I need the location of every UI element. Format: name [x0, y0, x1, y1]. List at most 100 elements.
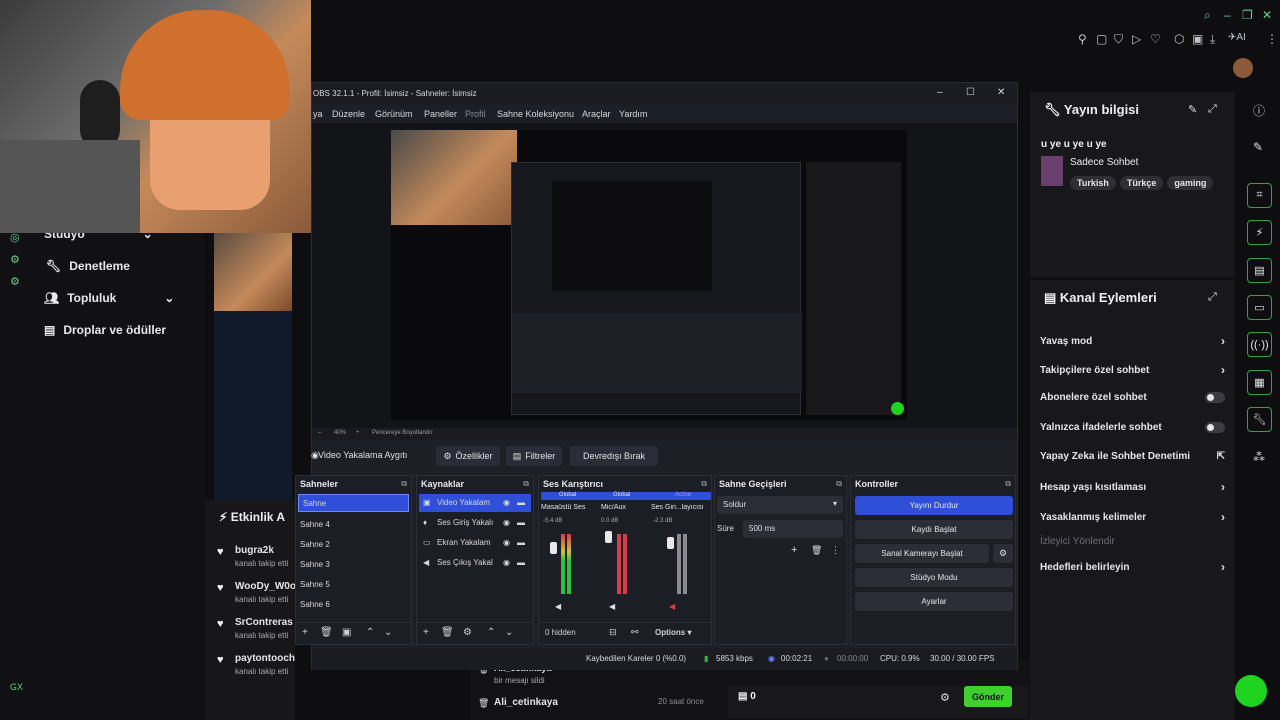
activity-user[interactable]: WooDy_W0o: [235, 581, 296, 592]
goals-item[interactable]: Hedefleri belirleyin ›: [1040, 560, 1225, 574]
undock-icon[interactable]: ⧉: [523, 479, 529, 489]
source-item[interactable]: Ses Giriş Yakalı: [437, 518, 493, 527]
move-down-icon[interactable]: ⌄: [384, 627, 392, 638]
minimize-icon[interactable]: –: [1224, 8, 1231, 22]
search-icon[interactable]: ⌕: [1204, 8, 1211, 23]
edit-icon[interactable]: ✎: [1188, 103, 1197, 116]
emote-only-toggle[interactable]: [1205, 422, 1225, 433]
settings-icon[interactable]: ⚙: [10, 275, 20, 288]
activity-user[interactable]: SrContreras: [235, 617, 293, 628]
nav-item-community[interactable]: 👥︎ Topluluk ⌄: [44, 291, 174, 305]
settings-icon[interactable]: ⚙: [940, 691, 950, 704]
link-icon[interactable]: ⚯: [631, 627, 639, 638]
deactivate-button[interactable]: Devredışı Bırak: [570, 446, 658, 466]
popout-icon[interactable]: ⤢: [1208, 103, 1217, 116]
box-icon[interactable]: ▣: [1192, 32, 1203, 46]
zoom-out-icon[interactable]: –: [318, 430, 321, 436]
activity-user[interactable]: bugra2k: [235, 545, 274, 556]
slow-mode-item[interactable]: Yavaş mod ›: [1040, 334, 1225, 348]
download-icon[interactable]: ⤓: [1210, 32, 1215, 47]
lock-icon[interactable]: ▬: [517, 538, 525, 547]
move-up-icon[interactable]: ⌃: [366, 627, 374, 638]
more-icon[interactable]: ⋮: [831, 545, 840, 556]
channel-name[interactable]: Ses Giri...layıcısı: [651, 504, 711, 511]
studio-mode-button[interactable]: Stüdyo Modu: [855, 568, 1013, 587]
zoom-in-icon[interactable]: +: [356, 430, 360, 436]
preview-canvas[interactable]: [391, 130, 907, 420]
lock-icon[interactable]: ▬: [517, 498, 525, 507]
popout-icon[interactable]: ⤢: [1208, 291, 1217, 304]
scene-item-selected[interactable]: Sahne: [298, 494, 409, 512]
account-age-item[interactable]: Hesap yaşı kısıtlaması ›: [1040, 480, 1225, 494]
ad-icon[interactable]: ▦: [1247, 370, 1272, 395]
close-icon[interactable]: ✕: [1262, 8, 1272, 22]
stop-streaming-button[interactable]: Yayını Durdur: [855, 496, 1013, 515]
menu-docks[interactable]: Paneller: [424, 109, 457, 119]
lightning-icon[interactable]: ⚡︎: [1247, 220, 1272, 245]
hidden-count[interactable]: 0 hidden: [545, 628, 576, 637]
nav-item-moderation[interactable]: 🔧︎ Denetleme: [46, 259, 130, 273]
scene-item[interactable]: Sahne 5: [300, 580, 330, 589]
eye-icon[interactable]: ◉: [503, 558, 510, 567]
speaker-icon[interactable]: ◀︎: [555, 602, 561, 611]
layout-icon[interactable]: ⊟: [609, 627, 617, 638]
volume-slider[interactable]: [605, 531, 612, 543]
banned-words-item[interactable]: Yasaklanmış kelimeler ›: [1040, 510, 1225, 524]
menu-tools[interactable]: Araçlar: [582, 109, 611, 119]
gear-icon[interactable]: ⚙: [993, 544, 1013, 563]
volume-slider[interactable]: [667, 537, 674, 549]
chat-icon[interactable]: ▭: [1247, 295, 1272, 320]
obs-preview-area[interactable]: [312, 123, 1017, 428]
ai-button[interactable]: ✈AI: [1228, 32, 1246, 43]
tag[interactable]: Türkçe: [1119, 176, 1164, 190]
channel-name[interactable]: Masaüstü Ses: [541, 504, 599, 511]
play-icon[interactable]: ▷: [1132, 32, 1141, 46]
eye-icon[interactable]: ◉: [503, 498, 510, 507]
info-icon[interactable]: ⓘ: [1253, 102, 1265, 119]
muted-icon[interactable]: ◀︎: [669, 602, 675, 611]
avatar[interactable]: [1233, 58, 1253, 78]
ai-moderation-item[interactable]: Yapay Zeka ile Sohbet Denetimi ⇱: [1040, 451, 1225, 462]
restore-icon[interactable]: ❐: [1242, 8, 1253, 22]
document-icon[interactable]: ▤: [1247, 258, 1272, 283]
points-counter[interactable]: ▤ 0: [738, 691, 756, 702]
clip-icon[interactable]: ⌗: [1247, 183, 1272, 208]
tag[interactable]: Turkish: [1070, 176, 1116, 190]
scene-item[interactable]: Sahne 4: [300, 520, 330, 529]
trash-icon[interactable]: 🗑︎: [320, 627, 333, 638]
filter-icon[interactable]: ▣: [342, 627, 351, 638]
close-icon[interactable]: ✕: [997, 87, 1005, 98]
menu-file[interactable]: ya: [313, 109, 323, 119]
trash-icon[interactable]: 🗑︎: [441, 627, 454, 638]
snapshot-icon[interactable]: ▢: [1096, 32, 1107, 46]
trash-icon[interactable]: 🗑︎: [811, 545, 822, 556]
start-virtual-camera-button[interactable]: Sanal Kamerayı Başlat: [855, 544, 989, 563]
send-button[interactable]: Gönder: [964, 686, 1012, 707]
settings-button[interactable]: Ayarlar: [855, 592, 1013, 611]
scene-item[interactable]: Sahne 2: [300, 540, 330, 549]
move-up-icon[interactable]: ⌃: [487, 627, 495, 638]
menu-help[interactable]: Yardım: [619, 109, 647, 119]
tag[interactable]: gaming: [1167, 176, 1214, 190]
nav-item-drops[interactable]: ▤ Droplar ve ödüller: [44, 323, 166, 337]
menu-edit[interactable]: Düzenle: [332, 109, 365, 119]
wrench-icon[interactable]: 🔧︎: [1247, 407, 1272, 432]
start-recording-button[interactable]: Kaydı Başlat: [855, 520, 1013, 539]
gx-side-icon[interactable]: ⚙: [10, 253, 20, 266]
minimize-icon[interactable]: –: [937, 87, 943, 98]
undock-icon[interactable]: ⧉: [401, 479, 407, 489]
scene-item[interactable]: Sahne 3: [300, 560, 330, 569]
add-icon[interactable]: +: [791, 544, 797, 556]
more-icon[interactable]: ⁂: [1253, 450, 1265, 464]
options-button[interactable]: Options ▾: [655, 628, 691, 637]
scene-item[interactable]: Sahne 6: [300, 600, 330, 609]
shield-icon[interactable]: ⛉: [1114, 32, 1123, 47]
properties-button[interactable]: ⚙ Özellikler: [436, 446, 500, 466]
maximize-icon[interactable]: ☐: [966, 87, 975, 98]
fit-to-window[interactable]: Pencereye Boyutlandır: [372, 430, 433, 436]
activity-user[interactable]: paytontooch: [235, 653, 295, 664]
move-down-icon[interactable]: ⌄: [505, 627, 513, 638]
followers-only-item[interactable]: Takipçilere özel sohbet ›: [1040, 363, 1225, 377]
undock-icon[interactable]: ⧉: [836, 479, 842, 489]
pencil-icon[interactable]: ✎: [1253, 140, 1263, 154]
